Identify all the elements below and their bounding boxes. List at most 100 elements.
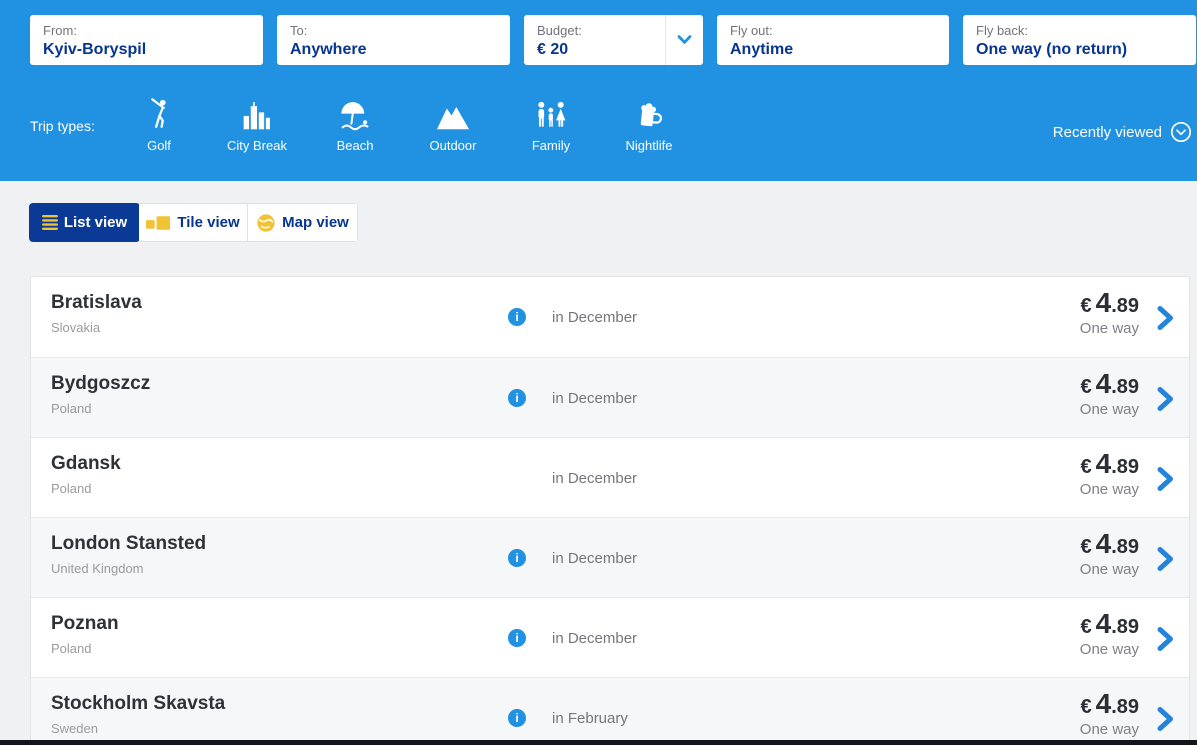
destination-country: Poland: [51, 641, 119, 656]
info-icon[interactable]: i: [508, 629, 526, 647]
destinations-list: Bratislava Slovakia i in December €4.89 …: [30, 276, 1190, 745]
from-label: From:: [43, 23, 250, 38]
golf-icon: [142, 94, 176, 131]
price-block: €4.89 One way: [1080, 688, 1139, 738]
destination-row[interactable]: Stockholm Skavsta Sweden i in February €…: [31, 677, 1189, 745]
chevron-right-icon[interactable]: [1157, 546, 1174, 572]
fly-out-label: Fly out:: [730, 23, 936, 38]
budget-field[interactable]: Budget: € 20: [524, 15, 703, 65]
list-icon: [42, 215, 58, 230]
destination-country: Sweden: [51, 721, 225, 736]
trip-type-outdoor[interactable]: Outdoor: [404, 94, 502, 153]
info-icon[interactable]: i: [508, 308, 526, 326]
bottom-edge-bar: [0, 740, 1197, 745]
map-globe-icon: [256, 213, 276, 233]
price-block: €4.89 One way: [1080, 528, 1139, 578]
view-switcher: List view Tile view Map view: [29, 203, 358, 242]
travel-period: in December: [552, 630, 637, 647]
from-value: Kyiv-Boryspil: [43, 41, 250, 59]
trip-type-nightlife[interactable]: Nightlife: [600, 94, 698, 153]
fare-type: One way: [1080, 481, 1139, 498]
travel-period: in December: [552, 550, 637, 567]
tab-tile-view[interactable]: Tile view: [139, 204, 248, 241]
fly-back-field[interactable]: Fly back: One way (no return): [963, 15, 1196, 65]
search-fields-row: From: Kyiv-Boryspil To: Anywhere Budget:…: [0, 0, 1197, 65]
destination-row[interactable]: London Stansted United Kingdom i in Dece…: [31, 517, 1189, 597]
city-break-icon: [241, 94, 273, 131]
chevron-right-icon[interactable]: [1157, 386, 1174, 412]
tab-list-view[interactable]: List view: [29, 203, 140, 242]
price: €4.89: [1080, 688, 1139, 720]
tab-label: Tile view: [177, 214, 239, 231]
from-field[interactable]: From: Kyiv-Boryspil: [30, 15, 263, 65]
chevron-right-icon[interactable]: [1157, 706, 1174, 732]
to-field[interactable]: To: Anywhere: [277, 15, 510, 65]
destination-row[interactable]: Gdansk Poland i in December €4.89 One wa…: [31, 437, 1189, 517]
destination-city: Gdansk: [51, 453, 121, 475]
family-icon: [535, 94, 568, 131]
travel-period: in December: [552, 470, 637, 487]
to-label: To:: [290, 23, 497, 38]
price: €4.89: [1080, 368, 1139, 400]
to-value: Anywhere: [290, 41, 497, 59]
travel-period: in December: [552, 309, 637, 326]
destination-country: United Kingdom: [51, 561, 206, 576]
info-icon[interactable]: i: [508, 389, 526, 407]
tab-label: Map view: [282, 214, 349, 231]
destination-city: Bratislava: [51, 292, 142, 314]
info-icon[interactable]: i: [508, 549, 526, 567]
price: €4.89: [1080, 287, 1139, 319]
destination-row[interactable]: Poznan Poland i in December €4.89 One wa…: [31, 597, 1189, 677]
beach-icon: [339, 94, 372, 131]
fly-back-value: One way (no return): [976, 41, 1183, 59]
fare-type: One way: [1080, 641, 1139, 658]
trip-type-family[interactable]: Family: [502, 94, 600, 153]
trip-types-row: Trip types: Golf City Break: [0, 65, 1197, 153]
trip-type-label: Nightlife: [626, 138, 673, 153]
destination-city: London Stansted: [51, 533, 206, 555]
fare-type: One way: [1080, 561, 1139, 578]
price: €4.89: [1080, 608, 1139, 640]
chevron-right-icon[interactable]: [1157, 305, 1174, 331]
tab-map-view[interactable]: Map view: [248, 204, 357, 241]
tab-label: List view: [64, 214, 127, 231]
trip-type-label: Beach: [337, 138, 374, 153]
nightlife-icon: [633, 94, 666, 131]
trip-types-label: Trip types:: [30, 118, 100, 134]
budget-dropdown-button[interactable]: [665, 15, 703, 65]
fly-back-label: Fly back:: [976, 23, 1183, 38]
recently-viewed-button[interactable]: Recently viewed: [1053, 121, 1192, 143]
destination-row[interactable]: Bydgoszcz Poland i in December €4.89 One…: [31, 357, 1189, 437]
destination-city: Stockholm Skavsta: [51, 693, 225, 715]
tile-icon: [146, 215, 171, 231]
travel-period: in February: [552, 710, 628, 727]
trip-type-label: City Break: [227, 138, 287, 153]
destination-city: Bydgoszcz: [51, 373, 150, 395]
travel-period: in December: [552, 390, 637, 407]
trip-type-city-break[interactable]: City Break: [208, 94, 306, 153]
fly-out-value: Anytime: [730, 41, 936, 59]
chevron-down-circle-icon: [1170, 121, 1192, 143]
budget-label: Budget:: [537, 23, 652, 38]
destination-city: Poznan: [51, 613, 119, 635]
search-header: From: Kyiv-Boryspil To: Anywhere Budget:…: [0, 0, 1197, 181]
trip-type-golf[interactable]: Golf: [110, 94, 208, 153]
info-icon[interactable]: i: [508, 709, 526, 727]
fly-out-field[interactable]: Fly out: Anytime: [717, 15, 949, 65]
trip-type-beach[interactable]: Beach: [306, 94, 404, 153]
trip-type-label: Family: [532, 138, 570, 153]
fare-type: One way: [1080, 401, 1139, 418]
fare-type: One way: [1080, 320, 1139, 337]
price-block: €4.89 One way: [1080, 368, 1139, 418]
price-block: €4.89 One way: [1080, 287, 1139, 337]
fare-type: One way: [1080, 721, 1139, 738]
chevron-right-icon[interactable]: [1157, 466, 1174, 492]
destination-country: Poland: [51, 401, 150, 416]
destination-country: Poland: [51, 481, 121, 496]
price-block: €4.89 One way: [1080, 608, 1139, 658]
price-block: €4.89 One way: [1080, 448, 1139, 498]
outdoor-icon: [436, 94, 470, 131]
destination-row[interactable]: Bratislava Slovakia i in December €4.89 …: [31, 277, 1189, 357]
price: €4.89: [1080, 448, 1139, 480]
chevron-right-icon[interactable]: [1157, 626, 1174, 652]
